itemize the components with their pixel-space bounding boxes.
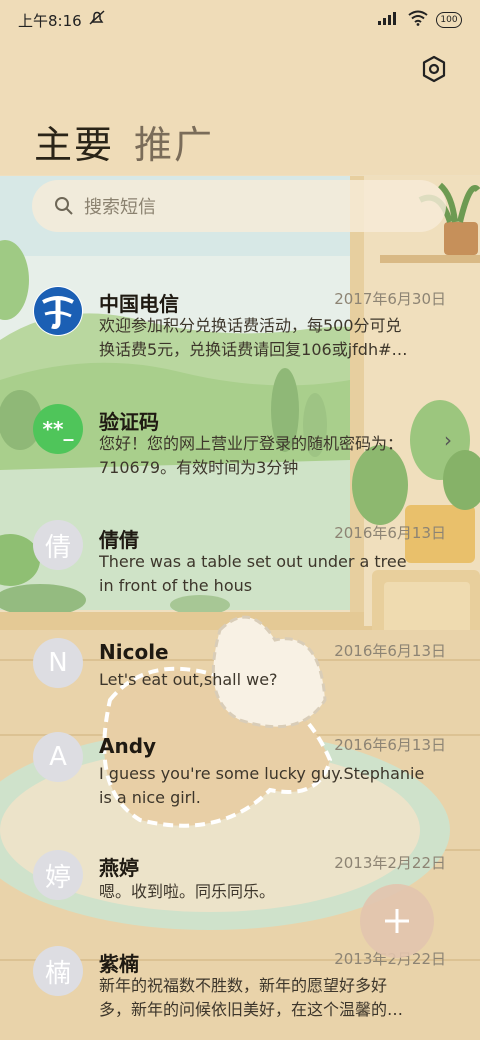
wifi-icon [408, 10, 428, 30]
search-bar[interactable]: 搜索短信 [32, 180, 446, 232]
tab-primary[interactable]: 主要 [34, 114, 114, 169]
message-item[interactable]: 倩 倩倩 2016年6月13日 There was a table set ou… [0, 520, 480, 620]
message-preview: Let's eat out,shall we? [99, 670, 278, 689]
message-item[interactable]: **_ 验证码 您好！您的网上营业厅登录的随机密码为： 710679。有效时间为… [0, 402, 480, 502]
sender-name: Nicole [99, 640, 169, 664]
message-item[interactable]: N Nicole 2016年6月13日 Let's eat out,shall … [0, 638, 480, 738]
tab-promotions[interactable]: 推广 [134, 114, 214, 169]
message-preview: 新年的祝福数不胜数，新年的愿望好多好 多，新年的问候依旧美好，在这个温馨的… [99, 976, 404, 1019]
compose-button[interactable] [360, 884, 434, 958]
message-preview: There was a table set out under a tree i… [99, 552, 407, 595]
sender-name: 燕婷 [99, 856, 139, 880]
avatar: 婷 [33, 850, 83, 900]
sender-name: Andy [99, 734, 157, 758]
sender-name: 中国电信 [99, 292, 179, 316]
chevron-right-icon: › [444, 428, 452, 452]
message-date: 2017年6月30日 [334, 290, 446, 308]
sender-name: 倩倩 [99, 528, 139, 552]
message-item[interactable]: 楠 紫楠 2013年2月22日 新年的祝福数不胜数，新年的愿望好多好 多，新年的… [0, 946, 480, 1040]
message-preview: I guess you're some lucky guy.Stephanie … [99, 764, 425, 807]
plus-icon [385, 909, 409, 933]
message-date: 2016年6月13日 [334, 524, 446, 542]
search-icon [55, 197, 73, 215]
search-placeholder: 搜索短信 [84, 197, 156, 218]
message-preview: 欢迎参加积分兑换话费活动，每500分可兑 换话费5元，兑换话费请回复106或jf… [99, 316, 408, 359]
message-item[interactable]: 中国电信 2017年6月30日 欢迎参加积分兑换话费活动，每500分可兑 换话费… [0, 282, 480, 382]
avatar: A [33, 732, 83, 782]
avatar: **_ [33, 404, 83, 454]
sender-name: 紫楠 [99, 952, 139, 976]
settings-button[interactable] [418, 52, 450, 86]
message-date: 2016年6月13日 [334, 736, 446, 754]
signal-icon [378, 11, 400, 29]
battery-icon: 100 [436, 12, 462, 28]
message-date: 2016年6月13日 [334, 642, 446, 660]
status-time: 上午8:16 [18, 11, 82, 30]
avatar: N [33, 638, 83, 688]
settings-icon [422, 55, 446, 83]
avatar [33, 286, 83, 336]
avatar: 倩 [33, 520, 83, 570]
message-item[interactable]: A Andy 2016年6月13日 I guess you're some lu… [0, 732, 480, 832]
message-date: 2013年2月22日 [334, 854, 446, 872]
status-bar: 上午8:16 100 [0, 0, 480, 40]
mute-icon [88, 9, 106, 31]
avatar: 楠 [33, 946, 83, 996]
sender-name: 验证码 [99, 410, 159, 434]
china-telecom-logo [34, 287, 82, 335]
tab-bar: 主要 推广 [34, 114, 214, 169]
message-preview: 您好！您的网上营业厅登录的随机密码为： 710679。有效时间为3分钟 [99, 434, 404, 477]
